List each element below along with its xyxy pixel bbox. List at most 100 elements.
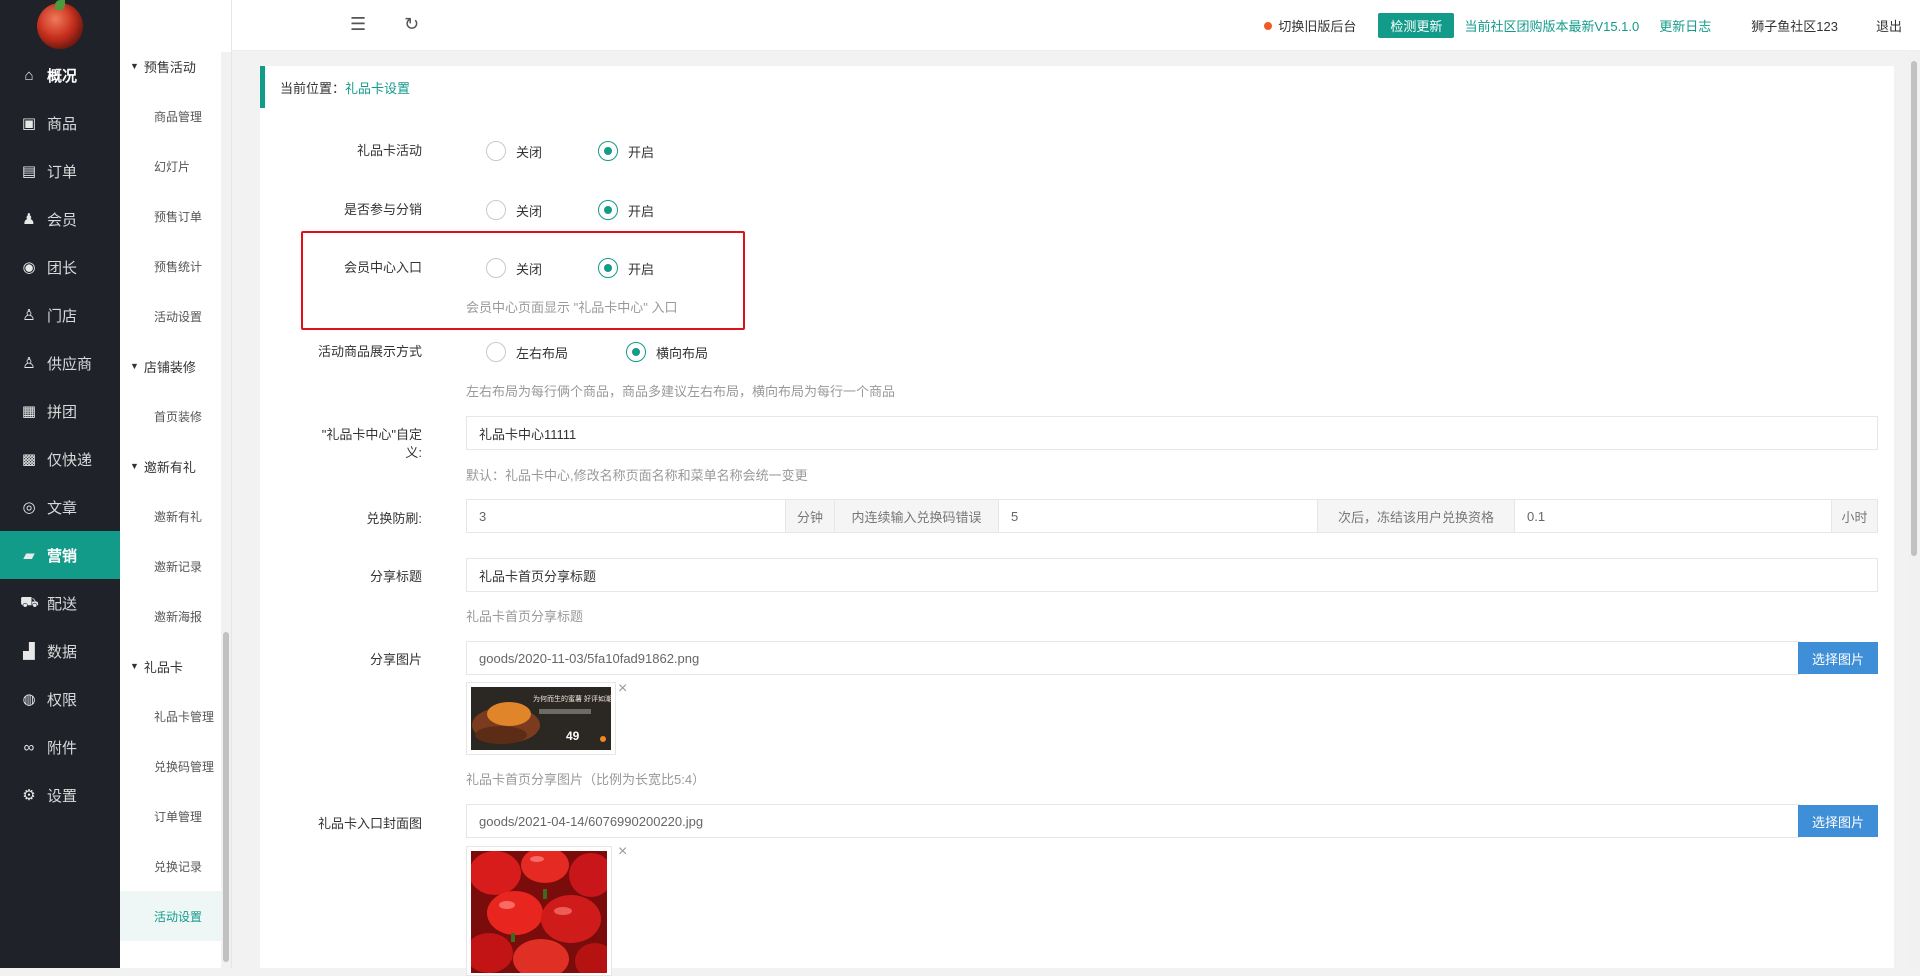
top-bar: ☰ ↻ 切换旧版后台 检测更新 当前社区团购版本最新V15.1.0 更新日志 狮… xyxy=(232,0,1920,51)
logout-link[interactable]: 退出 xyxy=(1876,16,1902,35)
anti-brush-hours-input[interactable]: 0.1 xyxy=(1514,499,1832,533)
nav-item-label: 供应商 xyxy=(47,355,93,373)
nav-item-label: 文章 xyxy=(47,499,78,517)
close-icon[interactable]: × xyxy=(618,843,627,861)
radio-circle[interactable] xyxy=(598,200,618,220)
main-sidebar: ⌂ 概况 ▣ 商品 ▤ 订单 ♟ 会员 ◉ 团长 ♙ 门店 ♙ 供应商 ▦ 拼团 ▩ 仅快递 ◎ 文章 ▰ 营销 ⛟ 配送 ▟ 数… xyxy=(0,0,120,968)
subnav-item-giftcard-settings[interactable]: 活动设置 xyxy=(120,891,231,941)
share-image-thumbnail[interactable]: 为何而生的蜜薯 好评如潮 49 xyxy=(466,682,616,755)
subnav-group-decor[interactable]: ▼ 店铺装修 xyxy=(120,341,231,391)
cover-image-path-input[interactable]: goods/2021-04-14/6076990200220.jpg xyxy=(466,804,1800,838)
subnav-scroll-thumb[interactable] xyxy=(223,632,229,962)
nav-item-delivery[interactable]: ⛟ 配送 xyxy=(0,579,120,627)
breadcrumb-prefix: 当前位置： xyxy=(280,80,346,96)
goods-icon: ▣ xyxy=(21,115,37,132)
nav-item-leader[interactable]: ◉ 团长 xyxy=(0,243,120,291)
nav-item-permission[interactable]: ◍ 权限 xyxy=(0,675,120,723)
nav-item-marketing[interactable]: ▰ 营销 xyxy=(0,531,120,579)
nav-item-label: 订单 xyxy=(47,163,78,181)
radio-display-horizontal[interactable]: 横向布局 xyxy=(626,342,708,362)
radio-circle[interactable] xyxy=(486,200,506,220)
anti-brush-mid-text: 内连续输入兑换码错误 xyxy=(834,499,999,533)
thumb-price: 49 xyxy=(566,729,580,743)
logo[interactable] xyxy=(0,0,120,51)
subnav-item-home-decor[interactable]: 首页装修 xyxy=(120,391,231,441)
radio-circle[interactable] xyxy=(486,342,506,362)
share-image-path-input[interactable]: goods/2020-11-03/5fa10fad91862.png xyxy=(466,641,1800,675)
changelog-link[interactable]: 更新日志 xyxy=(1659,16,1711,35)
cover-image-thumbnail[interactable] xyxy=(465,846,615,976)
radio-giftcard-activity-off[interactable]: 关闭 xyxy=(486,141,542,161)
close-icon[interactable]: × xyxy=(618,680,627,698)
radio-circle[interactable] xyxy=(486,258,506,278)
tip-custom-name: 默认：礼品卡中心,修改名称页面名称和菜单名称会统一变更 xyxy=(466,468,808,483)
subnav-item-code-manage[interactable]: 兑换码管理 xyxy=(120,741,231,791)
share-image-select-button[interactable]: 选择图片 xyxy=(1798,642,1878,674)
cover-image-select-button[interactable]: 选择图片 xyxy=(1798,805,1878,837)
subnav-group-giftcard[interactable]: ▼ 礼品卡 xyxy=(120,641,231,691)
nav-item-home[interactable]: ⌂ 概况 xyxy=(0,51,120,99)
nav-item-article[interactable]: ◎ 文章 xyxy=(0,483,120,531)
subnav-group-invite[interactable]: ▼ 邀新有礼 xyxy=(120,441,231,491)
store-icon: ♙ xyxy=(22,307,36,324)
label-cover-image: 礼品卡入口封面图 xyxy=(317,816,422,831)
anti-brush-minutes-input[interactable]: 3 xyxy=(466,499,786,533)
share-title-input[interactable]: 礼品卡首页分享标题 xyxy=(466,558,1878,592)
share-image-preview: 为何而生的蜜薯 好评如潮 49 xyxy=(471,687,612,750)
group-buy-icon: ▦ xyxy=(21,403,37,420)
subnav-item-presale-stats[interactable]: 预售统计 xyxy=(120,241,231,291)
subnav-item-giftcard-manage[interactable]: 礼品卡管理 xyxy=(120,691,231,741)
nav-item-express[interactable]: ▩ 仅快递 xyxy=(0,435,120,483)
nav-item-label: 营销 xyxy=(47,547,78,565)
nav-item-supplier[interactable]: ♙ 供应商 xyxy=(0,339,120,387)
radio-circle[interactable] xyxy=(486,141,506,161)
switch-old-admin-link[interactable]: 切换旧版后台 xyxy=(1278,16,1356,35)
subnav-item-invite-records[interactable]: 邀新记录 xyxy=(120,541,231,591)
page-scrollbar[interactable] xyxy=(1908,51,1920,968)
refresh-icon[interactable]: ↻ xyxy=(404,14,419,35)
home-icon: ⌂ xyxy=(24,66,34,84)
attachment-icon: ∞ xyxy=(23,738,35,756)
radio-distribution-off[interactable]: 关闭 xyxy=(486,200,542,220)
member-icon: ♟ xyxy=(22,211,36,228)
subnav-item-exchange-records[interactable]: 兑换记录 xyxy=(120,841,231,891)
radio-display-left-right[interactable]: 左右布局 xyxy=(486,342,568,362)
user-name[interactable]: 狮子鱼社区123 xyxy=(1751,16,1838,35)
sub-sidebar: ▼ 预售活动 商品管理 幻灯片 预售订单 预售统计 活动设置 ▼ 店铺装修 首页装修… xyxy=(120,0,232,968)
thumb-caption: 为何而生的蜜薯 好评如潮 xyxy=(533,694,611,703)
data-icon: ▟ xyxy=(23,643,35,660)
breadcrumb-current[interactable]: 礼品卡设置 xyxy=(345,78,410,97)
nav-item-goods[interactable]: ▣ 商品 xyxy=(0,99,120,147)
nav-item-store[interactable]: ♙ 门店 xyxy=(0,291,120,339)
subnav-item-invite[interactable]: 邀新有礼 xyxy=(120,491,231,541)
page-scroll-thumb[interactable] xyxy=(1911,61,1917,556)
subnav-item-giftcard-orders[interactable]: 订单管理 xyxy=(120,791,231,841)
nav-item-group-buy[interactable]: ▦ 拼团 xyxy=(0,387,120,435)
radio-giftcard-activity-on[interactable]: 开启 xyxy=(598,141,654,161)
custom-name-input[interactable]: 礼品卡中心11111 xyxy=(466,416,1878,450)
radio-circle[interactable] xyxy=(626,342,646,362)
version-text: 当前社区团购版本最新V15.1.0 xyxy=(1464,19,1640,34)
check-update-button[interactable]: 检测更新 xyxy=(1378,13,1455,38)
radio-member-entry-off[interactable]: 关闭 xyxy=(486,258,542,278)
subnav-item-invite-poster[interactable]: 邀新海报 xyxy=(120,591,231,641)
subnav-item-presale-goods[interactable]: 商品管理 xyxy=(120,91,231,141)
subnav-item-presale-settings[interactable]: 活动设置 xyxy=(120,291,231,341)
radio-member-entry-on[interactable]: 开启 xyxy=(598,258,654,278)
radio-circle[interactable] xyxy=(598,258,618,278)
radio-distribution-on[interactable]: 开启 xyxy=(598,200,654,220)
nav-item-member[interactable]: ♟ 会员 xyxy=(0,195,120,243)
nav-item-order[interactable]: ▤ 订单 xyxy=(0,147,120,195)
nav-item-attachment[interactable]: ∞ 附件 xyxy=(0,723,120,771)
anti-brush-times-input[interactable]: 5 xyxy=(998,499,1318,533)
caret-down-icon: ▼ xyxy=(130,461,139,471)
subnav-item-presale-orders[interactable]: 预售订单 xyxy=(120,191,231,241)
nav-item-settings[interactable]: ⚙ 设置 xyxy=(0,771,120,819)
menu-collapse-icon[interactable]: ☰ xyxy=(350,14,366,35)
nav-item-data[interactable]: ▟ 数据 xyxy=(0,627,120,675)
subnav-group-presale[interactable]: ▼ 预售活动 xyxy=(120,41,231,91)
anti-brush-minutes-unit: 分钟 xyxy=(785,499,835,533)
radio-circle[interactable] xyxy=(598,141,618,161)
subnav-scrollbar[interactable] xyxy=(221,52,231,968)
subnav-item-presale-slides[interactable]: 幻灯片 xyxy=(120,141,231,191)
